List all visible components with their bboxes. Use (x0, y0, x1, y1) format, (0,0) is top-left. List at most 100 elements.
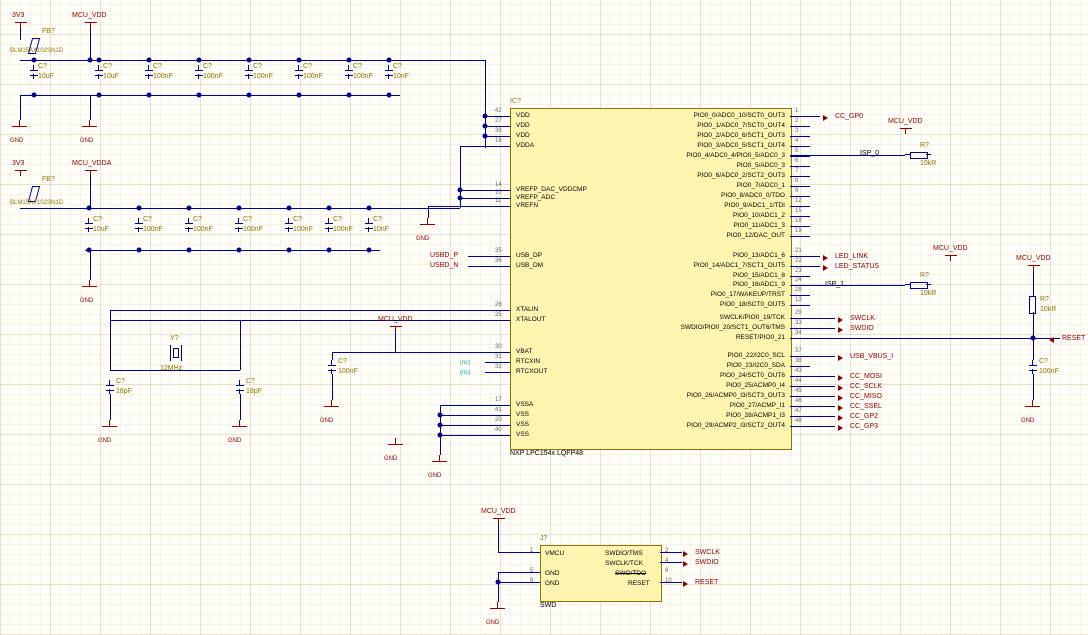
wire (332, 352, 333, 360)
port-swclk-j: SWCLK (695, 549, 720, 556)
junction-icon (347, 93, 352, 98)
junction-icon (367, 206, 372, 211)
c7-ref: C? (353, 63, 362, 70)
c8-val: 10nF (393, 73, 409, 80)
port-ledstat: LED_STATUS (835, 263, 879, 270)
fb1-ref: FB? (42, 28, 55, 35)
wire (332, 352, 395, 353)
r-isp0-ref: R? (920, 142, 929, 149)
res-r-isp0 (905, 151, 931, 159)
junction-icon (438, 423, 443, 428)
ic-refdes: IC? (510, 98, 521, 105)
junction-icon (483, 114, 488, 119)
junction-icon (438, 433, 443, 438)
wire (790, 285, 905, 286)
swd-pin-reset: RESET (628, 580, 650, 587)
net-usbdp: USBD_P (430, 252, 458, 259)
junction-icon (483, 124, 488, 129)
cap-c6 (295, 65, 303, 79)
c1-ref: C? (38, 63, 47, 70)
cap-c8 (385, 65, 393, 79)
junction-icon (483, 134, 488, 139)
wire-3v3-drop (20, 28, 21, 40)
net-mcuvdd: MCU_VDD (72, 12, 107, 19)
wire (790, 376, 835, 377)
wire (440, 405, 485, 406)
gnd-label: GND (228, 438, 241, 444)
junction-icon (297, 58, 302, 63)
wire (440, 425, 485, 426)
c3-ref: C? (153, 63, 162, 70)
wire-vdda-gnd (85, 250, 380, 251)
junction-icon (247, 58, 252, 63)
wire (240, 320, 241, 370)
wire (110, 394, 111, 420)
junction-icon (197, 58, 202, 63)
wire (90, 250, 91, 280)
wire (428, 206, 485, 207)
port-swclk: SWCLK (850, 315, 875, 322)
wire-xtalin (110, 310, 485, 311)
wire (485, 126, 510, 127)
fb2-ref: FB? (42, 176, 55, 183)
cm2-val: 100nF (143, 226, 163, 233)
swd-pin-swclk: SWCLK/TCK (605, 560, 643, 567)
swd-pin-vmcu: VMCU (545, 550, 564, 557)
cv-ref: C? (338, 358, 347, 365)
swd-ref: J? (540, 535, 547, 542)
wire (440, 435, 485, 436)
cap-xtal2 (236, 380, 244, 394)
wire (485, 146, 510, 147)
port-ccmiso: CC_MISO (850, 393, 882, 400)
cx1-ref: C? (116, 378, 125, 385)
net-3v3-2: 3V3 (12, 160, 24, 167)
cm6-val: 100nF (333, 226, 353, 233)
junction-icon (347, 58, 352, 63)
wire (498, 582, 540, 583)
power-mcuvdda (85, 170, 97, 171)
port-ccmosi: CC_MOSI (850, 373, 882, 380)
nc-rtcxout: (nc) (460, 370, 470, 376)
wire (498, 552, 540, 553)
y-freq: 12MHz (160, 365, 182, 372)
wire (790, 406, 835, 407)
net-mcuvdd-vbat: MCU_VDD (378, 316, 413, 323)
wire (240, 394, 241, 420)
cm4-ref: C? (243, 216, 252, 223)
power-mcuvdd-reset (1028, 265, 1040, 266)
wire-xtalout (110, 320, 485, 321)
wire (468, 266, 485, 267)
junction-icon (387, 58, 392, 63)
fb2-part: BLM15AX102SN1D (10, 200, 63, 206)
swd-name: SWD (540, 602, 556, 609)
nc-rtcxin: (nc) (460, 360, 470, 366)
cr-val: 100nF (1039, 368, 1059, 375)
cap-m3 (185, 218, 193, 232)
cap-m2 (135, 218, 143, 232)
cap-m5 (285, 218, 293, 232)
junction-icon (32, 93, 37, 98)
c6-val: 100nF (303, 73, 323, 80)
junction-icon (458, 188, 463, 193)
junction-icon (327, 248, 332, 253)
gnd-icon (490, 602, 506, 616)
c5-val: 100nF (253, 73, 273, 80)
cap-m1 (85, 218, 93, 232)
cm1-ref: C? (93, 216, 102, 223)
cm3-val: 100nF (193, 226, 213, 233)
gnd-label: GND (98, 438, 111, 444)
wire (440, 415, 485, 416)
wire-mcuvdd-drop (90, 28, 91, 60)
power-mcuvdd-swd (493, 518, 505, 519)
junction-icon (327, 206, 332, 211)
wire (90, 95, 91, 120)
wire (660, 562, 682, 563)
gnd-label: GND (428, 473, 441, 479)
port-reset: RESET (1062, 335, 1085, 342)
c4-ref: C? (203, 63, 212, 70)
net-mcuvdd-swd: MCU_VDD (481, 508, 516, 515)
cm7-val: 10nF (373, 226, 389, 233)
cap-vbat (328, 360, 336, 374)
fb1-part: BLM15AX102SN1D (10, 48, 63, 54)
gnd-label: GND (320, 418, 333, 424)
